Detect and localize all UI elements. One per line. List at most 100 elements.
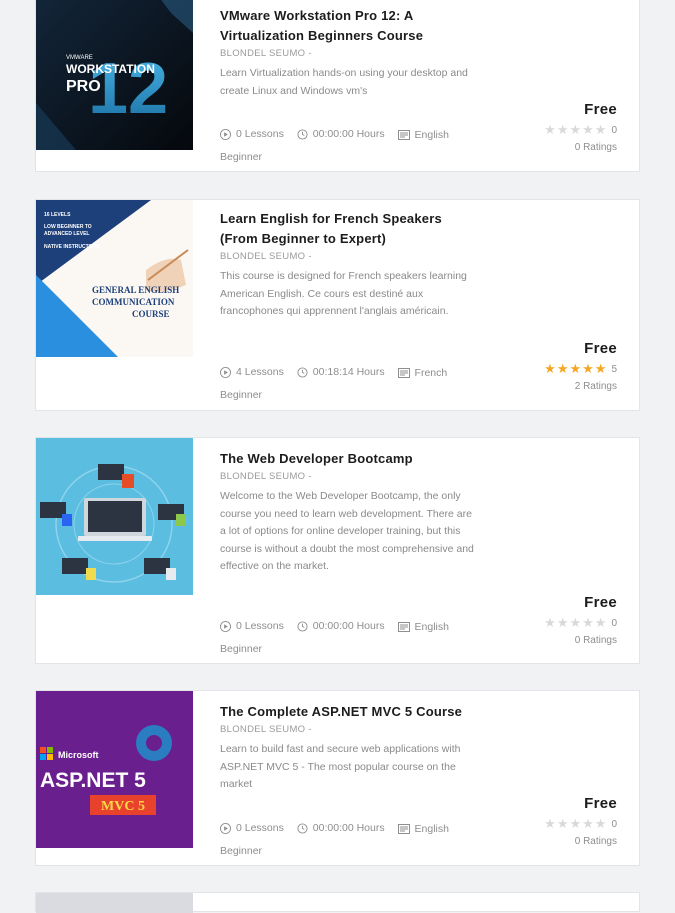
star-icon: ★ (544, 122, 556, 137)
ratings-count: 2 Ratings (574, 381, 617, 392)
svg-text:WORKSTATION: WORKSTATION (66, 62, 155, 76)
course-price: Free (584, 795, 617, 812)
course-thumbnail[interactable]: 12 VMWARE WORKSTATION PRO (36, 0, 193, 150)
svg-text:ADVANCED LEVEL: ADVANCED LEVEL (44, 231, 89, 237)
course-level: Beginner (220, 150, 263, 163)
language-icon (397, 129, 410, 140)
star-icon: ★ (556, 615, 569, 630)
star-icon: ★ (582, 615, 594, 630)
course-card[interactable]: The Web Developer Bootcamp BLONDEL SEUMO… (35, 437, 640, 664)
rating-value: 5 (611, 363, 617, 375)
rating-value: 0 (611, 617, 617, 629)
course-title[interactable]: Learn English for French Speakers (From … (220, 209, 480, 249)
star-icon: ★ (594, 816, 607, 831)
course-author[interactable]: BLONDEL SEUMO - (220, 48, 480, 59)
svg-text:MVC 5: MVC 5 (101, 799, 145, 814)
star-icon: ★ (594, 122, 607, 137)
ratings-count: 0 Ratings (574, 635, 617, 646)
course-thumbnail[interactable] (36, 438, 193, 595)
star-icon: ★ (556, 122, 569, 137)
course-title[interactable]: The Complete ASP.NET MVC 5 Course (220, 702, 480, 722)
svg-text:16 LEVELS: 16 LEVELS (44, 212, 71, 218)
course-card[interactable]: 12 VMWARE WORKSTATION PRO VMware Worksta… (35, 0, 640, 172)
course-level: Beginner (220, 844, 263, 857)
rating-value: 0 (611, 124, 617, 136)
course-duration: 00:00:00 Hours (312, 620, 385, 632)
play-icon (220, 128, 231, 140)
star-icon: ★ (569, 816, 582, 831)
course-language: English (414, 128, 449, 141)
course-language: English (414, 822, 449, 835)
course-meta: 0 Lessons 00:00:00 Hours English Beginne… (220, 818, 490, 861)
ratings-count: 0 Ratings (574, 836, 617, 847)
rating-stars: ★★★★★ 0 (543, 817, 617, 831)
course-meta: 0 Lessons 00:00:00 Hours English Beginne… (220, 124, 490, 167)
star-icon: ★ (569, 122, 582, 137)
course-duration: 00:00:00 Hours (312, 822, 385, 834)
course-language: French (414, 366, 448, 379)
svg-text:NATIVE INSTRUCTORS: NATIVE INSTRUCTORS (44, 244, 100, 250)
star-icon: ★ (582, 361, 594, 376)
course-description: This course is designed for French speak… (220, 270, 467, 317)
star-icon: ★ (556, 361, 569, 376)
star-icon: ★ (544, 816, 556, 831)
course-author[interactable]: BLONDEL SEUMO - (220, 724, 480, 735)
course-meta: 0 Lessons 00:00:00 Hours English Beginne… (220, 616, 490, 659)
star-icon: ★ (544, 615, 556, 630)
language-icon (397, 367, 410, 378)
course-title[interactable]: VMware Workstation Pro 12: A Virtualizat… (220, 6, 480, 46)
play-icon (220, 366, 231, 378)
course-price: Free (584, 340, 617, 357)
star-icon: ★ (582, 122, 594, 137)
course-thumbnail[interactable]: 16 LEVELS LOW BEGINNER TO ADVANCED LEVEL… (36, 200, 193, 357)
ratings-count: 0 Ratings (574, 142, 617, 153)
rating-stars: ★★★★★ 5 (543, 362, 617, 376)
course-thumbnail[interactable] (36, 893, 193, 913)
course-price: Free (584, 101, 617, 118)
lessons-count: 0 Lessons (236, 620, 284, 632)
svg-text:Microsoft: Microsoft (58, 750, 99, 760)
lessons-count: 0 Lessons (236, 128, 284, 140)
language-icon (397, 621, 410, 632)
rating-stars: ★★★★★ 0 (543, 123, 617, 137)
play-icon (220, 620, 231, 632)
rating-stars: ★★★★★ 0 (543, 616, 617, 630)
course-duration: 00:18:14 Hours (312, 366, 385, 378)
course-language: English (414, 620, 449, 633)
course-meta: 4 Lessons 00:18:14 Hours French Beginner (220, 362, 490, 405)
course-author[interactable]: BLONDEL SEUMO - (220, 251, 480, 262)
lessons-count: 4 Lessons (236, 366, 284, 378)
star-icon: ★ (569, 615, 582, 630)
course-price: Free (584, 594, 617, 611)
course-description: Learn Virtualization hands-on using your… (220, 67, 468, 97)
course-description: Welcome to the Web Developer Bootcamp, t… (220, 490, 474, 572)
star-icon: ★ (594, 615, 607, 630)
svg-text:COURSE: COURSE (132, 309, 170, 319)
svg-text:PRO: PRO (66, 78, 101, 95)
course-description: Learn to build fast and secure web appli… (220, 743, 461, 790)
svg-text:ASP.NET 5: ASP.NET 5 (40, 769, 146, 792)
course-card[interactable] (35, 892, 640, 913)
svg-text:GENERAL ENGLISH: GENERAL ENGLISH (92, 285, 179, 295)
play-icon (220, 822, 231, 834)
clock-icon (297, 620, 308, 632)
svg-text:VMWARE: VMWARE (66, 55, 93, 61)
course-card[interactable]: 16 LEVELS LOW BEGINNER TO ADVANCED LEVEL… (35, 199, 640, 411)
clock-icon (297, 128, 308, 140)
course-author[interactable]: BLONDEL SEUMO - (220, 471, 480, 482)
lessons-count: 0 Lessons (236, 822, 284, 834)
star-icon: ★ (556, 816, 569, 831)
star-icon: ★ (582, 816, 594, 831)
clock-icon (297, 822, 308, 834)
course-card[interactable]: Microsoft ASP.NET 5 MVC 5 The Complete A… (35, 690, 640, 866)
language-icon (397, 823, 410, 834)
svg-text:COMMUNICATION: COMMUNICATION (92, 297, 175, 307)
course-level: Beginner (220, 388, 263, 401)
star-icon: ★ (544, 361, 556, 376)
course-level: Beginner (220, 642, 263, 655)
course-title[interactable]: The Web Developer Bootcamp (220, 449, 480, 469)
rating-value: 0 (611, 818, 617, 830)
star-icon: ★ (569, 361, 582, 376)
course-duration: 00:00:00 Hours (312, 128, 385, 140)
course-thumbnail[interactable]: Microsoft ASP.NET 5 MVC 5 (36, 691, 193, 848)
